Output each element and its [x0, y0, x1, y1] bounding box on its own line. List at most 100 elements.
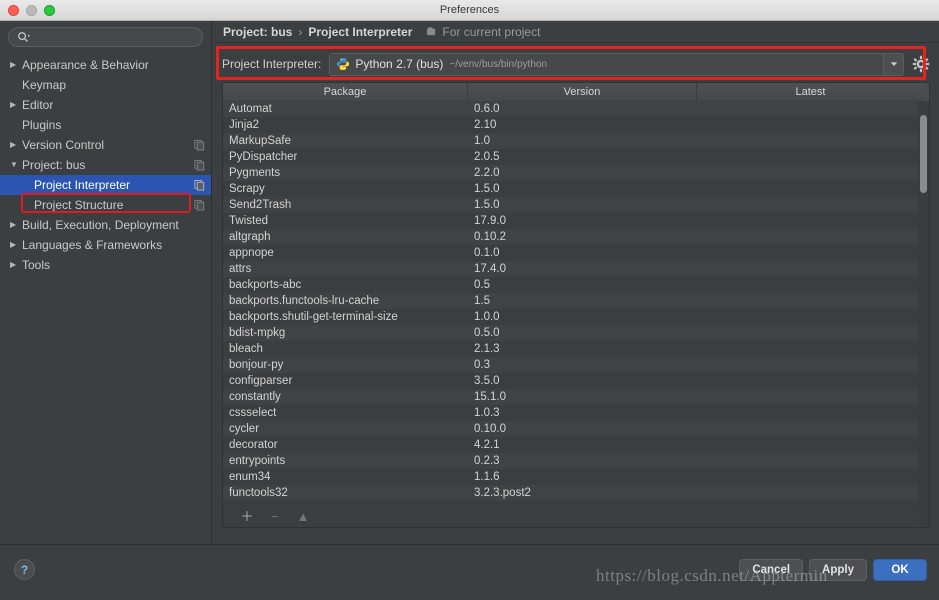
search-box[interactable] — [8, 27, 203, 47]
table-cell-latest — [697, 437, 924, 453]
table-row[interactable]: cycler 0.10.0 — [223, 421, 929, 437]
table-cell-version: 17.9.0 — [474, 215, 506, 227]
table-row[interactable]: backports-abc 0.5 — [223, 277, 929, 293]
packages-column-package[interactable]: Package — [223, 83, 468, 101]
table-cell-version: 3.2.3.post2 — [474, 487, 531, 499]
remove-package-button[interactable]: − — [268, 510, 282, 523]
copy-settings-icon[interactable] — [194, 159, 205, 171]
table-cell-latest — [697, 101, 924, 117]
table-row[interactable]: bdist-mpkg 0.5.0 — [223, 325, 929, 341]
add-package-button[interactable]: ＋ — [240, 510, 254, 523]
table-cell-package: MarkupSafe — [229, 135, 292, 147]
sidebar-item-build-execution-deployment[interactable]: ▶ Build, Execution, Deployment — [0, 215, 211, 235]
table-row[interactable]: MarkupSafe 1.0 — [223, 133, 929, 149]
table-row[interactable]: configparser 3.5.0 — [223, 373, 929, 389]
help-button[interactable]: ? — [14, 559, 35, 580]
table-cell-latest — [697, 165, 924, 181]
table-cell-package: backports-abc — [229, 279, 302, 291]
table-cell-latest — [697, 213, 924, 229]
table-row[interactable]: Automat 0.6.0 — [223, 101, 929, 117]
python-icon — [336, 57, 350, 71]
table-row[interactable]: enum34 1.1.6 — [223, 469, 929, 485]
interpreter-label: Project Interpreter: — [222, 57, 322, 71]
table-cell-version: 0.1.0 — [474, 247, 500, 259]
table-cell-package: cycler — [229, 423, 260, 435]
sidebar-item-plugins[interactable]: Plugins — [0, 115, 211, 135]
table-cell-latest — [697, 133, 924, 149]
interpreter-combobox[interactable]: Python 2.7 (bus) ~/venv/bus/bin/python — [329, 52, 904, 76]
table-cell-package: functools32 — [229, 487, 288, 499]
table-cell-latest — [697, 469, 924, 485]
chevron-right-icon[interactable]: ▶ — [10, 235, 22, 255]
table-row[interactable]: altgraph 0.10.2 — [223, 229, 929, 245]
table-row[interactable]: Pygments 2.2.0 — [223, 165, 929, 181]
copy-settings-icon[interactable] — [194, 179, 205, 191]
sidebar-item-tools[interactable]: ▶ Tools — [0, 255, 211, 275]
interpreter-settings-gear-icon[interactable] — [912, 55, 930, 73]
packages-scrollbar[interactable] — [918, 101, 929, 527]
chevron-right-icon[interactable]: ▶ — [10, 55, 22, 75]
table-row[interactable]: constantly 15.1.0 — [223, 389, 929, 405]
sidebar-item-project-structure[interactable]: Project Structure — [0, 195, 211, 215]
sidebar-item-editor[interactable]: ▶ Editor — [0, 95, 211, 115]
table-row[interactable]: backports.shutil-get-terminal-size 1.0.0 — [223, 309, 929, 325]
table-cell-package: enum34 — [229, 471, 271, 483]
sidebar-item-project-interpreter[interactable]: Project Interpreter — [0, 175, 211, 195]
packages-scrollbar-thumb[interactable] — [920, 115, 927, 193]
sidebar-item-label: Project: bus — [22, 158, 86, 172]
table-row[interactable]: cssselect 1.0.3 — [223, 405, 929, 421]
sidebar-item-keymap[interactable]: Keymap — [0, 75, 211, 95]
table-row[interactable]: PyDispatcher 2.0.5 — [223, 149, 929, 165]
table-row[interactable]: entrypoints 0.2.3 — [223, 453, 929, 469]
sidebar-item-appearance-behavior[interactable]: ▶ Appearance & Behavior — [0, 55, 211, 75]
apply-button[interactable]: Apply — [809, 559, 867, 581]
chevron-down-icon[interactable] — [883, 53, 903, 75]
table-row[interactable]: decorator 4.2.1 — [223, 437, 929, 453]
main-pane: Project: bus › Project Interpreter For c… — [213, 21, 939, 544]
table-cell-latest — [697, 485, 924, 501]
table-cell-package: cssselect — [229, 407, 277, 419]
table-row[interactable]: appnope 0.1.0 — [223, 245, 929, 261]
breadcrumb-parent[interactable]: Project: bus — [223, 25, 292, 39]
copy-settings-icon[interactable] — [194, 139, 205, 151]
copy-settings-icon[interactable] — [194, 199, 205, 211]
settings-sidebar: ▶ Appearance & Behavior Keymap ▶ Editor Plugi… — [0, 21, 212, 544]
packages-column-latest[interactable]: Latest — [697, 83, 924, 101]
table-row[interactable]: Twisted 17.9.0 — [223, 213, 929, 229]
table-row[interactable]: Send2Trash 1.5.0 — [223, 197, 929, 213]
table-cell-latest — [697, 325, 924, 341]
table-row[interactable]: bleach 2.1.3 — [223, 341, 929, 357]
packages-column-version[interactable]: Version — [468, 83, 697, 101]
cancel-button[interactable]: Cancel — [739, 559, 804, 581]
table-cell-version: 0.10.0 — [474, 423, 506, 435]
table-cell-package: backports.shutil-get-terminal-size — [229, 311, 398, 323]
sidebar-item-label: Languages & Frameworks — [22, 238, 163, 252]
interpreter-path: ~/venv/bus/bin/python — [449, 58, 548, 70]
table-cell-version: 15.1.0 — [474, 391, 506, 403]
chevron-right-icon[interactable]: ▶ — [10, 135, 22, 155]
table-cell-version: 1.0.3 — [474, 407, 500, 419]
table-row[interactable]: bonjour-py 0.3 — [223, 357, 929, 373]
chevron-right-icon[interactable]: ▶ — [10, 255, 22, 275]
table-row[interactable]: Jinja2 2.10 — [223, 117, 929, 133]
chevron-down-icon[interactable]: ▼ — [10, 155, 22, 175]
table-row[interactable]: functools32 3.2.3.post2 — [223, 485, 929, 501]
table-row[interactable]: backports.functools-lru-cache 1.5 — [223, 293, 929, 309]
ok-button[interactable]: OK — [873, 559, 927, 581]
sidebar-item-languages-frameworks[interactable]: ▶ Languages & Frameworks — [0, 235, 211, 255]
table-cell-version: 1.5.0 — [474, 183, 500, 195]
table-cell-version: 2.0.5 — [474, 151, 500, 163]
sidebar-item-project-bus[interactable]: ▼ Project: bus — [0, 155, 211, 175]
sidebar-item-version-control[interactable]: ▶ Version Control — [0, 135, 211, 155]
table-row[interactable]: attrs 17.4.0 — [223, 261, 929, 277]
chevron-right-icon[interactable]: ▶ — [10, 215, 22, 235]
breadcrumb-scope[interactable]: For current project — [426, 25, 540, 39]
table-cell-package: backports.functools-lru-cache — [229, 295, 380, 307]
table-cell-version: 2.1.3 — [474, 343, 500, 355]
chevron-right-icon[interactable]: ▶ — [10, 95, 22, 115]
search-input[interactable] — [30, 31, 194, 43]
table-row[interactable]: Scrapy 1.5.0 — [223, 181, 929, 197]
table-cell-version: 1.5 — [474, 295, 490, 307]
table-cell-version: 17.4.0 — [474, 263, 506, 275]
upgrade-package-button[interactable]: ▲ — [296, 510, 310, 523]
